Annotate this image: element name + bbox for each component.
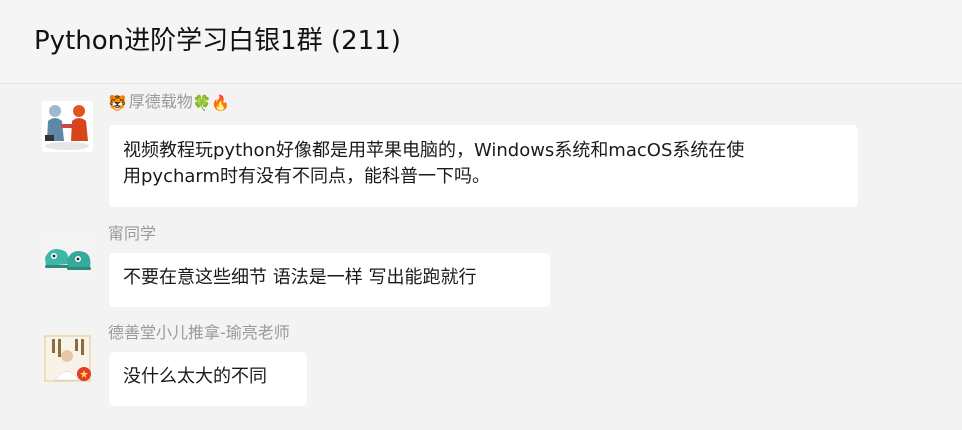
avatar[interactable]	[42, 230, 93, 281]
avatar[interactable]	[42, 333, 93, 384]
message-item: 🐯 厚德载物🍀🔥 视频教程玩python好像都是用苹果电脑的，Windows系统和…	[0, 92, 962, 210]
message-bubble[interactable]: 没什么太大的不同	[109, 352, 307, 406]
sender-name[interactable]: 德善堂小儿推拿-瑜亮老师	[108, 322, 290, 344]
message-text-line: 用pycharm时有没有不同点，能科普一下吗。	[123, 166, 491, 187]
message-bubble[interactable]: 不要在意这些细节 语法是一样 写出能跑就行	[109, 253, 550, 307]
message-item: 德善堂小儿推拿-瑜亮老师 没什么太大的不同	[0, 323, 962, 413]
chat-header: Python进阶学习白银1群 (211)	[0, 0, 962, 84]
message-text-line: 视频教程玩python好像都是用苹果电脑的，Windows系统和macOS系统在…	[123, 140, 745, 161]
message-text: 不要在意这些细节 语法是一样 写出能跑就行	[123, 267, 477, 288]
shoes-avatar-icon	[42, 230, 93, 281]
teacher-avatar-icon	[42, 333, 93, 384]
fire-icon: 🔥	[211, 93, 231, 112]
clover-icon: 🍀	[192, 93, 212, 112]
message-bubble[interactable]: 视频教程玩python好像都是用苹果电脑的，Windows系统和macOS系统在…	[109, 125, 858, 207]
sender-name[interactable]: 🐯 厚德载物🍀🔥	[108, 91, 230, 113]
message-text: 没什么太大的不同	[123, 366, 267, 387]
avatar[interactable]	[42, 101, 93, 152]
chat-title[interactable]: Python进阶学习白银1群 (211)	[34, 20, 401, 57]
handshake-avatar-icon	[42, 101, 93, 152]
sender-name[interactable]: 甯同学	[108, 223, 156, 245]
message-item: 甯同学 不要在意这些细节 语法是一样 写出能跑就行	[0, 224, 962, 314]
message-list[interactable]: 🐯 厚德载物🍀🔥 视频教程玩python好像都是用苹果电脑的，Windows系统和…	[0, 85, 962, 430]
tiger-face-icon: 🐯	[108, 93, 127, 112]
